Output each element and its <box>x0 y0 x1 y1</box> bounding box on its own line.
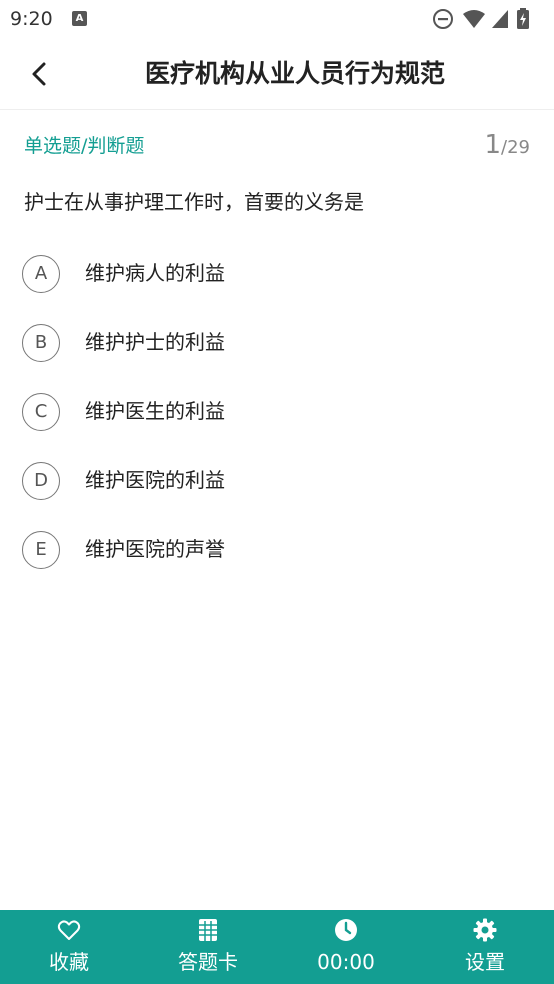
option-letter: D <box>22 462 60 500</box>
option-text: 维护医院的声誉 <box>85 537 225 561</box>
timer-label: 00:00 <box>317 950 375 974</box>
option-text: 维护病人的利益 <box>85 261 225 285</box>
settings-button[interactable]: 设置 <box>425 910 545 984</box>
battery-icon <box>517 8 529 29</box>
option-text: 维护护士的利益 <box>85 330 225 354</box>
settings-label: 设置 <box>465 950 505 974</box>
bottom-bar: 收藏 答题卡 00:00 设置 <box>0 910 554 984</box>
favorite-button[interactable]: 收藏 <box>9 910 129 984</box>
header: 医疗机构从业人员行为规范 <box>0 38 554 110</box>
option-c[interactable]: C 维护医生的利益 <box>22 383 532 439</box>
option-letter: C <box>22 393 60 431</box>
gear-icon <box>473 918 497 942</box>
favorite-label: 收藏 <box>49 950 89 974</box>
option-text: 维护医院的利益 <box>85 468 225 492</box>
page-title: 医疗机构从业人员行为规范 <box>144 59 445 88</box>
question-progress: 1/29 <box>484 128 530 165</box>
option-letter: B <box>22 324 60 362</box>
grid-card-icon <box>199 919 217 941</box>
timer-button[interactable]: 00:00 <box>286 910 406 984</box>
chevron-left-icon <box>32 62 46 86</box>
do-not-disturb-icon <box>433 9 453 29</box>
answer-card-label: 答题卡 <box>178 950 238 974</box>
a-icon: A <box>72 11 87 26</box>
status-bar: 9:20 A <box>0 0 554 38</box>
wifi-icon <box>463 10 485 28</box>
clock-icon <box>335 919 357 941</box>
option-a[interactable]: A 维护病人的利益 <box>22 245 532 301</box>
answer-card-button[interactable]: 答题卡 <box>148 910 268 984</box>
status-time: 9:20 <box>10 8 53 30</box>
option-b[interactable]: B 维护护士的利益 <box>22 314 532 370</box>
question-text: 护士在从事护理工作时，首要的义务是 <box>24 190 364 214</box>
status-icons <box>432 8 542 30</box>
option-d[interactable]: D 维护医院的利益 <box>22 452 532 508</box>
option-e[interactable]: E 维护医院的声誉 <box>22 521 532 577</box>
back-button[interactable] <box>22 56 58 92</box>
signal-icon <box>492 10 508 28</box>
option-text: 维护医生的利益 <box>85 399 225 423</box>
heart-icon <box>57 920 81 940</box>
question-type-label: 单选题/判断题 <box>24 135 145 157</box>
option-letter: A <box>22 255 60 293</box>
progress-total: /29 <box>501 137 530 158</box>
option-letter: E <box>22 531 60 569</box>
progress-current: 1 <box>484 130 502 160</box>
